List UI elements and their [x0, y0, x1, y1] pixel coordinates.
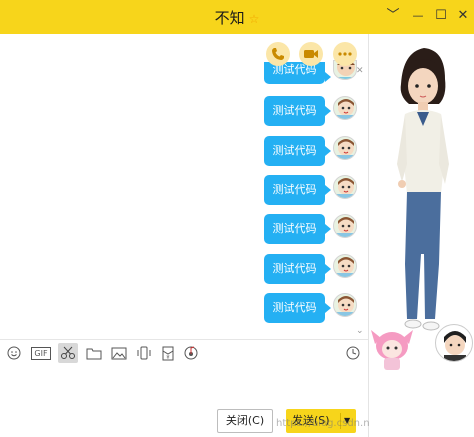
message-bubble[interactable]: 测试代码: [264, 175, 331, 205]
message-bubble[interactable]: 测试代码: [264, 214, 331, 244]
close-icon[interactable]: ✕: [453, 6, 473, 26]
collapse-icon[interactable]: ﹀: [383, 6, 403, 26]
maximize-icon[interactable]: ☐: [431, 6, 451, 26]
shake-icon[interactable]: [134, 343, 154, 363]
message-bubble[interactable]: 测试代码: [264, 293, 331, 323]
avatar[interactable]: [333, 136, 357, 160]
avatar[interactable]: [333, 175, 357, 199]
history-icon[interactable]: [343, 343, 363, 363]
avatar[interactable]: [333, 254, 357, 278]
avatar[interactable]: [333, 96, 357, 120]
scroll-down-icon[interactable]: ⌄: [356, 326, 364, 336]
scissors-icon[interactable]: [58, 343, 78, 363]
emoji-icon[interactable]: [4, 343, 24, 363]
video-icon[interactable]: [299, 42, 323, 66]
profile-avatar[interactable]: [435, 324, 473, 362]
avatar[interactable]: [333, 214, 357, 238]
message-input[interactable]: [0, 366, 368, 406]
close-button[interactable]: 关闭(C): [217, 409, 273, 433]
folder-icon[interactable]: [84, 343, 104, 363]
image-icon[interactable]: [109, 343, 129, 363]
pet-figure: [371, 330, 413, 370]
svg-text:¥: ¥: [166, 355, 169, 361]
title-bar: 不知 ☆ ﹀ — ☐ ✕: [0, 0, 474, 34]
star-icon[interactable]: ☆: [249, 12, 260, 26]
message-bubble[interactable]: 测试代码: [264, 254, 331, 284]
chat-area[interactable]: 测试代码 测试代码 测试代码 测试代码 测试代码 测试代码 测试代码: [0, 34, 368, 339]
show-panel: [369, 34, 474, 437]
minimize-icon[interactable]: —: [408, 6, 428, 26]
music-icon[interactable]: [181, 343, 201, 363]
toolbar-divider: [0, 339, 368, 340]
gif-label: GIF: [31, 346, 51, 360]
scroll-up-icon[interactable]: ✕: [356, 66, 364, 76]
avatar[interactable]: [333, 293, 357, 317]
contact-name: 不知: [214, 9, 245, 27]
phone-icon[interactable]: [266, 42, 290, 66]
red-packet-icon[interactable]: ¥: [158, 343, 178, 363]
message-bubble[interactable]: 测试代码: [264, 96, 331, 126]
gif-icon[interactable]: GIF: [30, 343, 52, 363]
message-bubble[interactable]: 测试代码: [264, 136, 331, 166]
more-icon[interactable]: [333, 42, 357, 66]
